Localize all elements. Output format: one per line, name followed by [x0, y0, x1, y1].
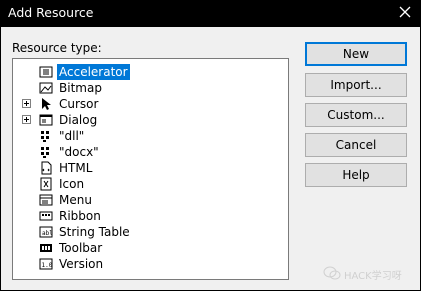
tree-item-accelerator[interactable]: Accelerator	[13, 64, 273, 80]
tree-item-label: Version	[59, 257, 104, 271]
tree-item-label: Icon	[59, 177, 85, 191]
accelerator-icon	[39, 66, 53, 78]
tree-item-label: Accelerator	[57, 64, 130, 80]
tree-item-label: Cursor	[59, 97, 99, 111]
tree-item-label: "dll"	[59, 129, 85, 143]
resource-type-tree[interactable]: Accelerator Bitmap Cursor Dialog "dll" "…	[12, 58, 289, 280]
help-button[interactable]: Help	[305, 163, 407, 187]
new-button[interactable]: New	[305, 42, 407, 66]
tree-item-html[interactable]: HTML	[13, 160, 273, 176]
tree-item-label: String Table	[59, 225, 130, 239]
tree-item-label: Dialog	[59, 113, 98, 127]
custom-resource-icon	[41, 131, 49, 142]
toolbar-icon	[40, 244, 52, 252]
ribbon-icon	[39, 211, 53, 221]
tree-item-ribbon[interactable]: Ribbon	[13, 208, 273, 224]
watermark-text: HACK学习呀	[344, 271, 402, 282]
dialog-title: Add Resource	[8, 5, 94, 20]
tree-item-dll[interactable]: "dll"	[13, 128, 273, 144]
expand-icon[interactable]	[22, 115, 31, 124]
tree-item-label: Menu	[59, 193, 92, 207]
menu-icon	[39, 194, 53, 206]
tree-item-label: Ribbon	[59, 209, 101, 223]
tree-item-docx[interactable]: "docx"	[13, 144, 273, 160]
html-icon	[41, 161, 52, 175]
custom-resource-icon	[41, 147, 49, 158]
dialog-icon	[39, 114, 53, 126]
expand-icon[interactable]	[22, 99, 31, 108]
title-bar: Add Resource	[1, 1, 420, 27]
icon-resource-icon	[40, 177, 52, 191]
cancel-button[interactable]: Cancel	[305, 133, 407, 157]
custom-button[interactable]: Custom...	[305, 103, 407, 127]
tree-item-icon[interactable]: Icon	[13, 176, 273, 192]
svg-text:abl: abl	[42, 230, 53, 237]
bitmap-icon	[39, 82, 53, 94]
resource-type-label: Resource type:	[12, 41, 102, 55]
wechat-icon	[323, 266, 341, 280]
version-icon: 1.0	[39, 258, 53, 270]
cursor-icon	[42, 98, 51, 110]
tree-item-string-table[interactable]: abl String Table	[13, 224, 273, 240]
string-table-icon: abl	[39, 226, 53, 238]
import-button[interactable]: Import...	[305, 73, 407, 97]
tree-item-label: Toolbar	[59, 241, 103, 255]
tree-item-label: Bitmap	[59, 81, 102, 95]
tree-item-bitmap[interactable]: Bitmap	[13, 80, 273, 96]
tree-item-menu[interactable]: Menu	[13, 192, 273, 208]
add-resource-dialog: Add Resource Resource type: Accelerator …	[0, 0, 421, 291]
tree-item-label: HTML	[59, 161, 93, 175]
svg-text:1.0: 1.0	[42, 262, 53, 269]
tree-item-cursor[interactable]: Cursor	[13, 96, 273, 112]
tree-item-toolbar[interactable]: Toolbar	[13, 240, 273, 256]
tree-item-label: "docx"	[59, 145, 99, 159]
tree-item-version[interactable]: 1.0 Version	[13, 256, 273, 272]
tree-item-dialog[interactable]: Dialog	[13, 112, 273, 128]
close-icon[interactable]	[398, 5, 412, 19]
